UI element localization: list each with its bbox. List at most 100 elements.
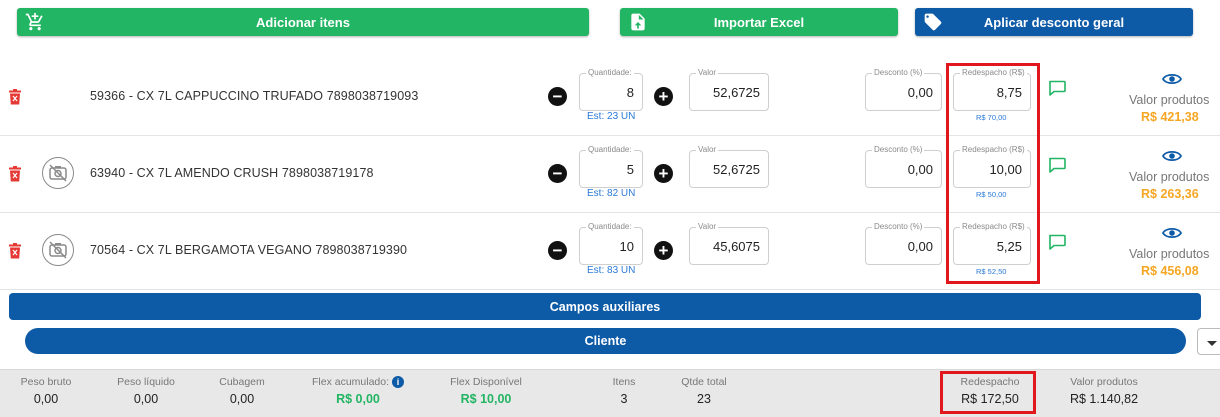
minus-icon[interactable]: − (548, 87, 567, 106)
peso-bruto: Peso bruto 0,00 (21, 376, 72, 406)
valor-produtos-label: Valor produtos (1129, 93, 1210, 107)
add-items-label: Adicionar itens (256, 14, 350, 30)
quantity-label: Quantidade: (586, 68, 634, 77)
flex-acumulado-label: Flex acumulado: (311, 376, 390, 388)
add-items-button[interactable]: Adicionar itens (17, 8, 589, 36)
no-image-icon (42, 157, 74, 189)
redespacho-highlight (946, 63, 1040, 284)
item-total: R$ 456,08 (1141, 264, 1199, 278)
flex-acumulado-value: R$ 0,00 (336, 392, 380, 406)
discount-value: 0,00 (907, 239, 933, 254)
chat-icon[interactable] (1048, 80, 1066, 96)
itens-label: Itens (612, 376, 636, 388)
value-field[interactable]: Valor 52,6725 (689, 145, 769, 188)
quantity-label: Quantidade: (586, 222, 634, 231)
client-label: Cliente (584, 334, 627, 348)
value-label: Valor (696, 222, 719, 231)
trash-icon[interactable] (8, 89, 22, 105)
peso-bruto-label: Peso bruto (20, 376, 72, 388)
value-value: 52,6725 (713, 85, 760, 100)
product-name: 70564 - CX 7L BERGAMOTA VEGANO 789803871… (90, 243, 408, 257)
client-bar[interactable]: Cliente (25, 328, 1186, 354)
quantity-value: 10 (619, 239, 634, 254)
stock-text: Est: 82 UN (587, 188, 636, 199)
no-image-icon (42, 234, 74, 266)
client-dropdown[interactable] (1197, 328, 1220, 355)
discount-label: Desconto (%) (872, 68, 925, 77)
valor-produtos-label: Valor produtos (1129, 170, 1210, 184)
discount-field[interactable]: Desconto (%) 0,00 (865, 222, 942, 265)
itens-value: 3 (620, 392, 628, 406)
chat-icon[interactable] (1048, 157, 1066, 173)
product-name: 59366 - CX 7L CAPPUCCINO TRUFADO 7898038… (90, 89, 419, 103)
item-total: R$ 263,36 (1141, 187, 1199, 201)
auxiliary-fields-bar[interactable]: Campos auxiliares (9, 293, 1201, 320)
valor-produtos-total-value: R$ 1.140,82 (1069, 392, 1139, 406)
flex-acumulado: Flex acumulado: i R$ 0,00 (311, 376, 405, 406)
qtde-total-label: Qtde total (681, 376, 727, 388)
value-label: Valor (696, 68, 719, 77)
itens: Itens 3 (613, 376, 636, 406)
value-field[interactable]: Valor 52,6725 (689, 68, 769, 111)
quantity-field[interactable]: Quantidade: 8 (579, 68, 643, 111)
minus-icon[interactable]: − (548, 241, 567, 260)
quantity-value: 5 (626, 162, 634, 177)
value-field[interactable]: Valor 45,6075 (689, 222, 769, 265)
discount-value: 0,00 (907, 85, 933, 100)
order-items-page: Adicionar itens Importar Excel Aplicar d… (0, 0, 1220, 417)
eye-icon[interactable] (1162, 226, 1182, 240)
discount-value: 0,00 (907, 162, 933, 177)
import-excel-label: Importar Excel (713, 14, 805, 30)
import-excel-button[interactable]: Importar Excel (620, 8, 898, 36)
quantity-field[interactable]: Quantidade: 5 (579, 145, 643, 188)
item-total: R$ 421,38 (1141, 110, 1199, 124)
tag-icon (924, 13, 942, 31)
flex-disponivel: Flex Disponível R$ 10,00 (450, 376, 522, 406)
plus-icon[interactable]: + (654, 241, 673, 260)
trash-icon[interactable] (8, 243, 22, 259)
discount-label: Desconto (%) (872, 145, 925, 154)
value-label: Valor (696, 145, 719, 154)
peso-liquido: Peso líquido 0,00 (117, 376, 175, 406)
valor-produtos-label: Valor produtos (1129, 247, 1210, 261)
cubagem-label: Cubagem (219, 376, 265, 388)
quantity-label: Quantidade: (586, 145, 634, 154)
qtde-total-value: 23 (697, 392, 711, 406)
trash-icon[interactable] (8, 166, 22, 182)
apply-general-discount-label: Aplicar desconto geral (983, 14, 1125, 30)
eye-icon[interactable] (1162, 149, 1182, 163)
qtde-total: Qtde total 23 (681, 376, 727, 406)
chevron-down-icon (1207, 341, 1217, 346)
chat-icon[interactable] (1048, 234, 1066, 250)
discount-field[interactable]: Desconto (%) 0,00 (865, 68, 942, 111)
quantity-value: 8 (626, 85, 634, 100)
plus-icon[interactable]: + (654, 164, 673, 183)
plus-icon[interactable]: + (654, 87, 673, 106)
minus-icon[interactable]: − (548, 164, 567, 183)
valor-produtos-total-label: Valor produtos (1070, 376, 1138, 388)
quantity-field[interactable]: Quantidade: 10 (579, 222, 643, 265)
flex-disponivel-label: Flex Disponível (450, 376, 522, 388)
peso-liquido-label: Peso líquido (117, 376, 175, 388)
eye-icon[interactable] (1162, 72, 1182, 86)
discount-field[interactable]: Desconto (%) 0,00 (865, 145, 942, 188)
redespacho-total-highlight (940, 371, 1036, 414)
product-name: 63940 - CX 7L AMENDO CRUSH 7898038719178 (90, 166, 374, 180)
peso-liquido-value: 0,00 (133, 392, 159, 406)
flex-disponivel-value: R$ 10,00 (460, 392, 512, 406)
stock-text: Est: 23 UN (587, 111, 636, 122)
auxiliary-fields-label: Campos auxiliares (549, 299, 661, 314)
cubagem-value: 0,00 (229, 392, 255, 406)
apply-general-discount-button[interactable]: Aplicar desconto geral (915, 8, 1193, 36)
value-value: 52,6725 (713, 162, 760, 177)
totals-footer: Peso bruto 0,00 Peso líquido 0,00 Cubage… (0, 369, 1220, 417)
info-icon[interactable]: i (392, 376, 405, 388)
stock-text: Est: 83 UN (587, 265, 636, 276)
file-upload-icon (631, 13, 645, 31)
value-value: 45,6075 (713, 239, 760, 254)
peso-bruto-value: 0,00 (33, 392, 59, 406)
cart-add-icon (25, 12, 43, 31)
discount-label: Desconto (%) (872, 222, 925, 231)
cubagem: Cubagem 0,00 (219, 376, 265, 406)
valor-produtos-total: Valor produtos R$ 1.140,82 (1070, 376, 1138, 406)
